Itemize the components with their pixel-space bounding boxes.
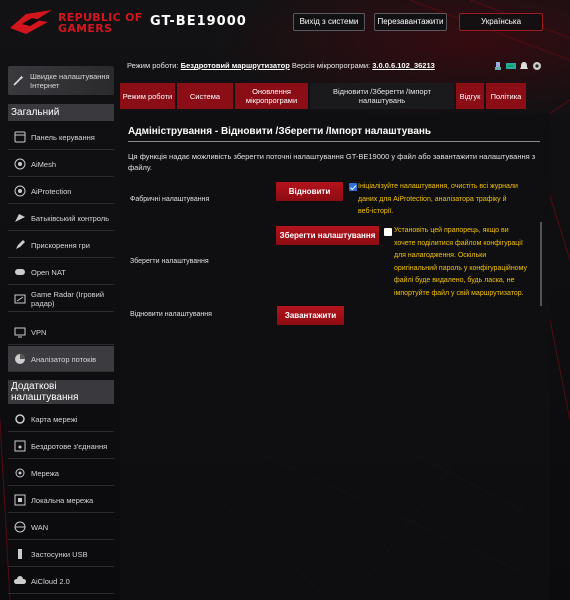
advanced-section-title: Додаткові налаштування <box>8 380 114 404</box>
share-config-checkbox[interactable] <box>384 228 392 236</box>
radar-icon <box>14 294 26 304</box>
sidebar-item-dashboard[interactable]: Панель керування <box>8 124 114 150</box>
sidebar-item-aimesh[interactable]: AiMesh <box>8 151 114 177</box>
dashboard-icon <box>14 131 26 143</box>
usb-icon <box>18 549 22 559</box>
sidebar-item-traffic-analyzer[interactable]: Аналізатор потоків <box>8 346 114 372</box>
sidebar-item-network-map[interactable]: Карта мережі <box>8 406 114 432</box>
sidebar-item-aiprotection[interactable]: AiProtection <box>8 178 114 204</box>
upload-settings-button[interactable]: Завантажити <box>277 306 344 325</box>
sidebar-item-label: Батьківський контроль <box>31 214 110 223</box>
mode-label: Режим роботи: <box>127 61 179 70</box>
sidebar-item-aicloud[interactable]: AiCloud 2.0 <box>8 568 114 594</box>
sidebar-item-wan[interactable]: WAN <box>8 514 114 540</box>
sidebar-item-label: Open NAT <box>31 268 66 277</box>
sidebar-item-network[interactable]: Мережа <box>8 460 114 486</box>
save-settings-button[interactable]: Зберегти налаштування <box>276 226 379 245</box>
page-description: Ця функція надає можливість зберегти пот… <box>128 152 536 172</box>
status-icons <box>493 61 543 73</box>
rocket-icon <box>16 240 25 249</box>
network-status-icon[interactable] <box>506 61 516 71</box>
sidebar-item-label: AiMesh <box>31 160 57 169</box>
quick-setup-label: Швидке налаштування Інтернет <box>30 72 110 90</box>
sidebar-item-vpn[interactable]: VPN <box>8 319 114 345</box>
globe-icon <box>14 521 26 533</box>
lan-icon <box>15 468 25 478</box>
network-map-icon <box>15 414 25 424</box>
firmware-label: Версія мікропрограми: <box>291 61 371 70</box>
logout-button[interactable]: Вихід з системи <box>293 13 365 31</box>
save-settings-label: Зберегти налаштування <box>130 258 209 265</box>
reboot-button[interactable]: Перезавантажити <box>374 13 447 31</box>
tab-restore-save-import[interactable]: Відновити /Зберегти /Імпорт налаштувань <box>310 83 454 109</box>
sidebar-item-local-network[interactable]: Локальна мережа <box>8 487 114 513</box>
sidebar-item-label: Карта мережі <box>31 415 78 424</box>
tab-system[interactable]: Система <box>177 83 233 109</box>
sidebar-item-wireless[interactable]: Бездротове з'єднання <box>8 433 114 459</box>
sidebar-item-label: VPN <box>31 328 47 337</box>
traffic-icon <box>15 354 25 364</box>
mode-link[interactable]: Бездротовий маршрутизатор <box>181 61 290 70</box>
tab-operation-mode[interactable]: Режим роботи <box>120 83 175 109</box>
quick-setup-button[interactable]: Швидке налаштування Інтернет <box>8 66 114 95</box>
sidebar-item-label: Бездротове з'єднання <box>31 442 108 451</box>
cloud-icon <box>14 576 26 584</box>
sidebar-item-label: AiCloud 2.0 <box>31 577 70 586</box>
status-line: Режим роботи: Бездротовий маршрутизатор … <box>127 61 435 70</box>
sidebar-item-open-nat[interactable]: Open NAT <box>8 259 114 285</box>
rog-eye-logo-icon <box>10 10 52 34</box>
title-divider <box>128 141 540 142</box>
content-panel: Адміністрування - Відновити /Зберегти /І… <box>120 113 550 600</box>
header: REPUBLIC OF GAMERS GT-BE19000 Вихід з си… <box>0 0 570 48</box>
sidebar-item-parental-control[interactable]: Батьківський контроль <box>8 205 114 231</box>
factory-default-label: Фабричні налаштування <box>130 196 210 203</box>
sidebar-item-label: WAN <box>31 523 49 532</box>
sidebar-item-label: AiProtection <box>31 187 72 196</box>
sidebar-item-label: Прискорення гри <box>31 241 90 250</box>
general-section-title: Загальний <box>8 104 114 121</box>
vpn-icon <box>14 327 26 338</box>
settings-icon[interactable] <box>532 61 542 71</box>
model-name: GT-BE19000 <box>150 14 247 29</box>
aimesh-icon <box>14 158 26 170</box>
scrollbar[interactable] <box>540 222 542 306</box>
shield-icon <box>14 185 26 197</box>
page-title: Адміністрування - Відновити /Зберегти /І… <box>128 126 432 137</box>
sidebar-item-label: Game Radar (Ігровий радар) <box>31 290 105 308</box>
wand-icon <box>13 75 24 86</box>
brand-line-2: GAMERS <box>58 22 113 35</box>
sidebar-item-label: Локальна мережа <box>31 496 94 505</box>
initialize-note: Ініціалізуйте налаштування, очистіть всі… <box>358 183 518 215</box>
sidebar-item-label: Панель керування <box>31 133 95 142</box>
share-config-note: Установіть цей прапорець, якщо ви хочете… <box>394 227 527 297</box>
wireless-icon <box>14 440 26 452</box>
restore-settings-label: Відновити налаштування <box>130 311 212 318</box>
usb-icon[interactable] <box>493 61 503 71</box>
initialize-checkbox[interactable] <box>349 183 357 191</box>
sidebar-item-label: Застосунки USB <box>31 550 88 559</box>
sidebar-item-label: Мережа <box>31 469 59 478</box>
firmware-link[interactable]: 3.0.0.6.102_36213 <box>372 61 435 70</box>
local-network-icon <box>14 494 26 506</box>
sidebar-item-game-radar[interactable]: Game Radar (Ігровий радар) <box>8 286 114 312</box>
tab-feedback[interactable]: Відгук <box>456 83 484 109</box>
sidebar-item-usb-apps[interactable]: Застосунки USB <box>8 541 114 567</box>
tab-firmware-upgrade[interactable]: Оновлення мікропрограми <box>235 83 308 109</box>
gamepad-icon <box>15 269 25 275</box>
brand-name: REPUBLIC OF GAMERS <box>58 12 143 34</box>
parental-icon <box>15 214 25 222</box>
sidebar-item-label: Аналізатор потоків <box>31 355 97 364</box>
tab-policy[interactable]: Політика <box>486 83 526 109</box>
restore-factory-button[interactable]: Відновити <box>276 182 343 201</box>
sidebar-item-game-boost[interactable]: Прискорення гри <box>8 232 114 258</box>
language-select[interactable]: Українська <box>459 13 543 31</box>
notification-icon[interactable] <box>519 61 529 71</box>
